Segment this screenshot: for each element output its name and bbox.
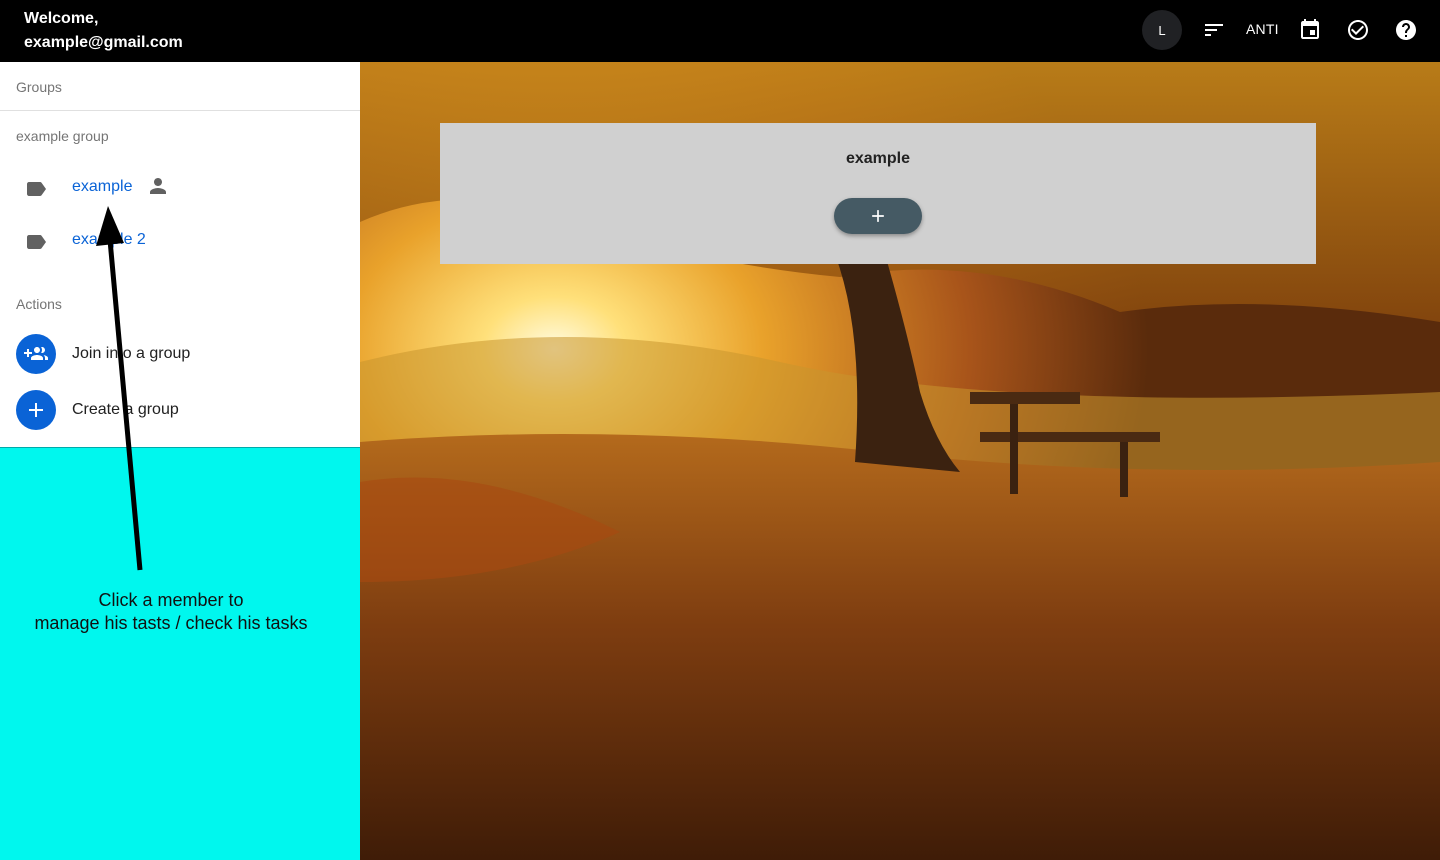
- sort-icon[interactable]: [1202, 18, 1226, 42]
- groups-header: Groups: [16, 79, 62, 95]
- member-task-card: example: [440, 123, 1316, 264]
- tutorial-text: Click a member to manage his tasts / che…: [0, 589, 342, 635]
- create-group-label: Create a group: [72, 401, 179, 418]
- sidebar: Groups example group example example 2 A…: [0, 62, 360, 447]
- calendar-icon[interactable]: [1298, 18, 1322, 42]
- welcome-text: Welcome, example@gmail.com: [24, 7, 183, 55]
- card-title: example: [845, 150, 911, 167]
- create-group-button[interactable]: Create a group: [0, 388, 360, 432]
- member-item-example[interactable]: example: [0, 167, 360, 207]
- help-icon[interactable]: [1394, 18, 1418, 42]
- check-circle-icon[interactable]: [1346, 18, 1370, 42]
- person-icon: [146, 174, 170, 198]
- divider: [0, 110, 360, 111]
- avatar[interactable]: L: [1142, 10, 1182, 50]
- tutorial-line-2: manage his tasts / check his tasks: [34, 613, 308, 633]
- group-add-icon: [16, 334, 56, 374]
- member-item-example-2[interactable]: example 2: [0, 220, 360, 260]
- plus-icon: [16, 390, 56, 430]
- plus-icon: [872, 210, 884, 222]
- tutorial-line-1: Click a member to: [98, 590, 244, 610]
- tutorial-panel: Click a member to manage his tasts / che…: [0, 447, 360, 860]
- welcome-line: Welcome,: [24, 10, 99, 27]
- user-email: example@gmail.com: [24, 34, 183, 51]
- join-group-label: Join into a group: [72, 345, 191, 362]
- actions-header: Actions: [16, 296, 62, 312]
- group-name: example group: [16, 128, 109, 144]
- filter-label[interactable]: ANTI: [1246, 21, 1279, 37]
- label-icon: [24, 230, 48, 254]
- join-group-button[interactable]: Join into a group: [0, 332, 360, 376]
- member-name[interactable]: example 2: [72, 231, 146, 249]
- member-name[interactable]: example: [72, 178, 132, 196]
- add-task-button[interactable]: [834, 198, 922, 234]
- app-bar: Welcome, example@gmail.com L ANTI: [0, 0, 1440, 62]
- label-icon: [24, 177, 48, 201]
- main-content: example: [360, 62, 1440, 860]
